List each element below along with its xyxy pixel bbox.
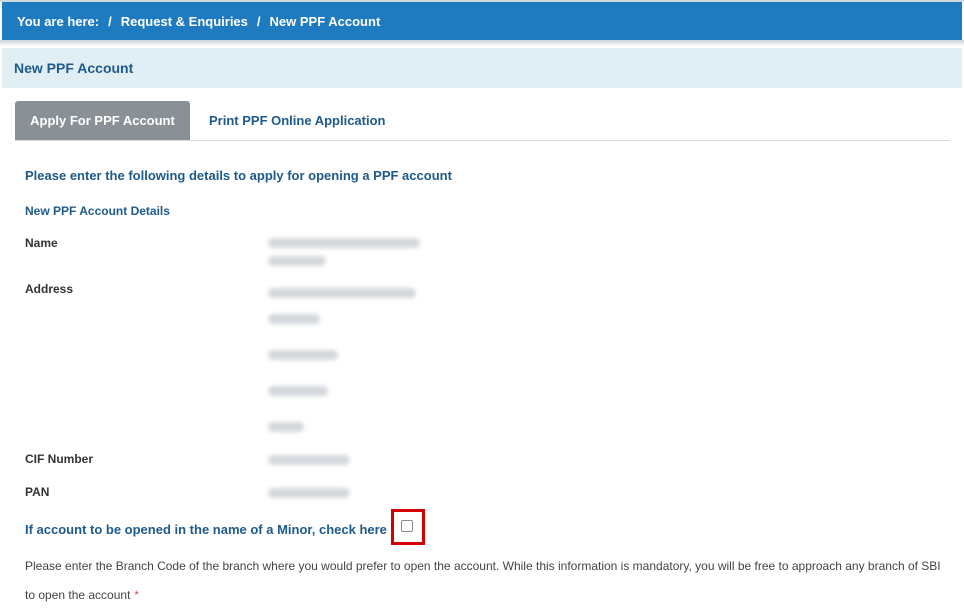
minor-checkbox-label: If account to be opened in the name of a… [25, 522, 387, 537]
breadcrumb-prefix: You are here: [17, 13, 100, 29]
cif-number-redacted [268, 455, 350, 465]
breadcrumb-shadow [0, 40, 964, 46]
branch-code-instructions: Please enter the Branch Code of the bran… [25, 552, 945, 610]
address-line1-redacted [268, 288, 416, 298]
required-asterisk: * [134, 588, 140, 602]
breadcrumb-item-new-ppf-account: New PPF Account [269, 13, 381, 29]
tab-apply-for-ppf-account[interactable]: Apply For PPF Account [15, 101, 190, 140]
breadcrumb-item-request-enquiries[interactable]: Request & Enquiries [121, 14, 248, 29]
tab-bar: Apply For PPF Account Print PPF Online A… [15, 101, 950, 141]
breadcrumb-separator: / [256, 13, 261, 29]
tab-label: Print PPF Online Application [209, 113, 386, 128]
address-line2-redacted [268, 314, 320, 324]
address-label: Address [25, 282, 74, 296]
breadcrumb: You are here: / Request & Enquiries / Ne… [2, 2, 962, 40]
pan-redacted [268, 488, 350, 498]
breadcrumb-separator: / [108, 13, 112, 29]
cif-number-label: CIF Number [25, 452, 94, 466]
name-value-redacted [268, 238, 420, 248]
intro-text: Please enter the following details to ap… [25, 168, 452, 183]
tab-label: Apply For PPF Account [30, 113, 175, 128]
branch-code-text: Please enter the Branch Code of the bran… [25, 559, 941, 602]
name-label: Name [25, 236, 58, 250]
pan-label: PAN [25, 485, 50, 499]
address-line5-redacted [268, 422, 304, 432]
page-title: New PPF Account [2, 48, 962, 88]
minor-checkbox[interactable] [401, 520, 413, 532]
tab-print-ppf-online-application[interactable]: Print PPF Online Application [209, 101, 385, 140]
page-title-text: New PPF Account [14, 60, 134, 76]
details-section-title: New PPF Account Details [25, 204, 170, 218]
address-line4-redacted [268, 386, 328, 396]
address-line3-redacted [268, 350, 338, 360]
name-value-redacted-line2 [268, 256, 326, 266]
